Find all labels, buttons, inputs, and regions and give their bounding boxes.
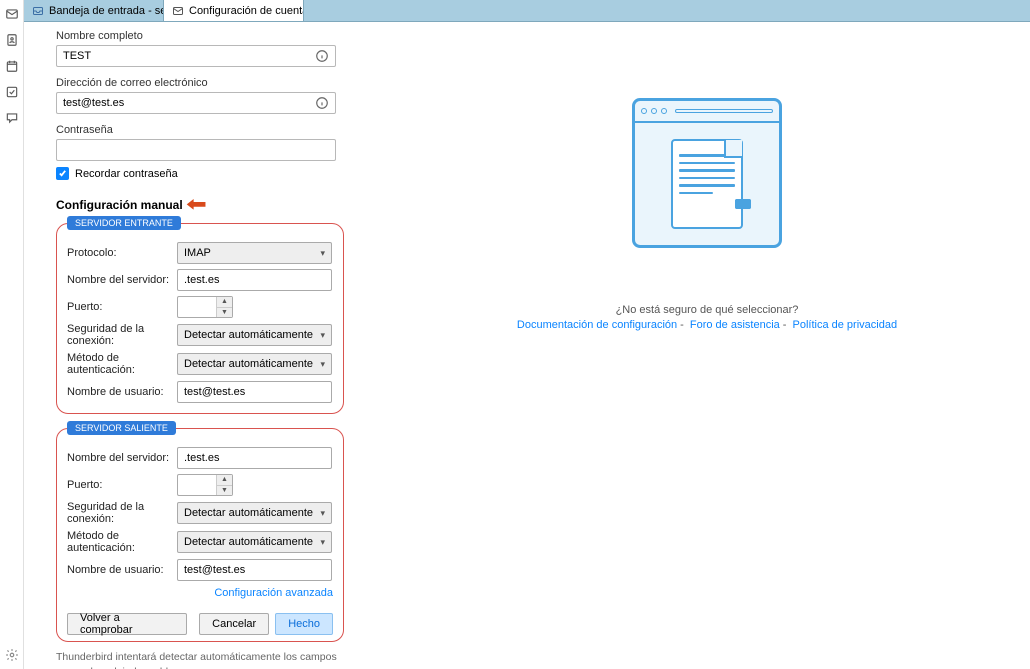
form-column: Nombre completo Dirección de correo elec…	[24, 22, 384, 669]
tasks-icon[interactable]	[4, 84, 20, 100]
settings-icon[interactable]	[4, 647, 20, 663]
email-label: Dirección de correo electrónico	[56, 77, 384, 89]
remember-password-row[interactable]: Recordar contraseña	[56, 167, 384, 180]
fullname-label: Nombre completo	[56, 30, 384, 42]
in-security-select[interactable]: Detectar automáticamente▾	[177, 324, 332, 346]
illustration-column: ¿No está seguro de qué seleccionar? Docu…	[384, 22, 1030, 669]
manual-config-heading: Configuración manual ⬅	[56, 194, 384, 215]
out-port-label: Puerto:	[67, 479, 177, 491]
chevron-down-icon: ▾	[320, 537, 325, 548]
retest-button[interactable]: Volver a comprobar	[67, 613, 187, 635]
config-icon	[172, 5, 184, 17]
help-unsure: ¿No está seguro de qué seleccionar?	[616, 304, 799, 316]
protocol-select[interactable]: IMAP▾	[177, 242, 332, 264]
remember-label: Recordar contraseña	[75, 168, 178, 180]
inbox-icon	[32, 5, 44, 17]
incoming-server-box: SERVIDOR ENTRANTE Protocolo: IMAP▾ Nombr…	[56, 223, 344, 414]
out-hostname-input[interactable]: .test.es	[177, 447, 332, 469]
cancel-button[interactable]: Cancelar	[199, 613, 269, 635]
in-port-label: Puerto:	[67, 301, 177, 313]
calendar-icon[interactable]	[4, 58, 20, 74]
in-hostname-input[interactable]: .test.es	[177, 269, 332, 291]
main-area: Bandeja de entrada - seo@me Configuració…	[24, 0, 1030, 669]
addressbook-icon[interactable]	[4, 32, 20, 48]
password-label: Contraseña	[56, 124, 384, 136]
forum-link[interactable]: Foro de asistencia	[690, 319, 780, 331]
out-username-label: Nombre de usuario:	[67, 564, 177, 576]
chevron-down-icon: ▾	[320, 508, 325, 519]
in-username-input[interactable]: test@test.es	[177, 381, 332, 403]
chevron-down-icon: ▾	[320, 248, 325, 259]
out-username-input[interactable]: test@test.es	[177, 559, 332, 581]
outgoing-badge: SERVIDOR SALIENTE	[67, 421, 176, 435]
tab-inbox[interactable]: Bandeja de entrada - seo@me	[24, 0, 164, 21]
out-auth-label: Método de autenticación:	[67, 530, 177, 554]
illustration	[632, 98, 782, 248]
spinner-icon[interactable]: ▲▼	[216, 297, 232, 317]
out-port-input[interactable]: ▲▼	[177, 474, 233, 496]
chat-icon[interactable]	[4, 110, 20, 126]
mail-icon[interactable]	[4, 6, 20, 22]
in-auth-select[interactable]: Detectar automáticamente▾	[177, 353, 332, 375]
out-security-label: Seguridad de la conexión:	[67, 501, 177, 525]
out-security-select[interactable]: Detectar automáticamente▾	[177, 502, 332, 524]
email-input[interactable]	[56, 92, 336, 114]
tab-config-label: Configuración de cuenta	[189, 5, 304, 17]
info-icon[interactable]	[315, 49, 329, 63]
privacy-link[interactable]: Política de privacidad	[793, 319, 898, 331]
in-security-label: Seguridad de la conexión:	[67, 323, 177, 347]
incoming-badge: SERVIDOR ENTRANTE	[67, 216, 181, 230]
chevron-down-icon: ▾	[320, 359, 325, 370]
outgoing-server-box: SERVIDOR SALIENTE Nombre del servidor: .…	[56, 428, 344, 642]
chevron-down-icon: ▾	[320, 330, 325, 341]
autodetect-hint: Thunderbird intentará detectar automátic…	[56, 650, 344, 669]
protocol-label: Protocolo:	[67, 247, 177, 259]
out-auth-select[interactable]: Detectar automáticamente▾	[177, 531, 332, 553]
in-hostname-label: Nombre del servidor:	[67, 274, 177, 286]
out-hostname-label: Nombre del servidor:	[67, 452, 177, 464]
spinner-icon[interactable]: ▲▼	[216, 475, 232, 495]
checkbox-checked-icon[interactable]	[56, 167, 69, 180]
in-username-label: Nombre de usuario:	[67, 386, 177, 398]
tabbar: Bandeja de entrada - seo@me Configuració…	[24, 0, 1030, 22]
fullname-input[interactable]	[56, 45, 336, 67]
in-auth-label: Método de autenticación:	[67, 352, 177, 376]
tab-inbox-label: Bandeja de entrada - seo@me	[49, 5, 164, 17]
in-port-input[interactable]: ▲▼	[177, 296, 233, 318]
arrow-left-icon: ⬅	[186, 194, 206, 215]
doc-link[interactable]: Documentación de configuración	[517, 319, 677, 331]
advanced-config-link[interactable]: Configuración avanzada	[214, 587, 333, 599]
left-rail	[0, 0, 24, 669]
help-links: Documentación de configuración- Foro de …	[517, 319, 897, 331]
done-button[interactable]: Hecho	[275, 613, 333, 635]
tab-config[interactable]: Configuración de cuenta	[164, 0, 304, 21]
password-input[interactable]	[56, 139, 336, 161]
info-icon[interactable]	[315, 96, 329, 110]
